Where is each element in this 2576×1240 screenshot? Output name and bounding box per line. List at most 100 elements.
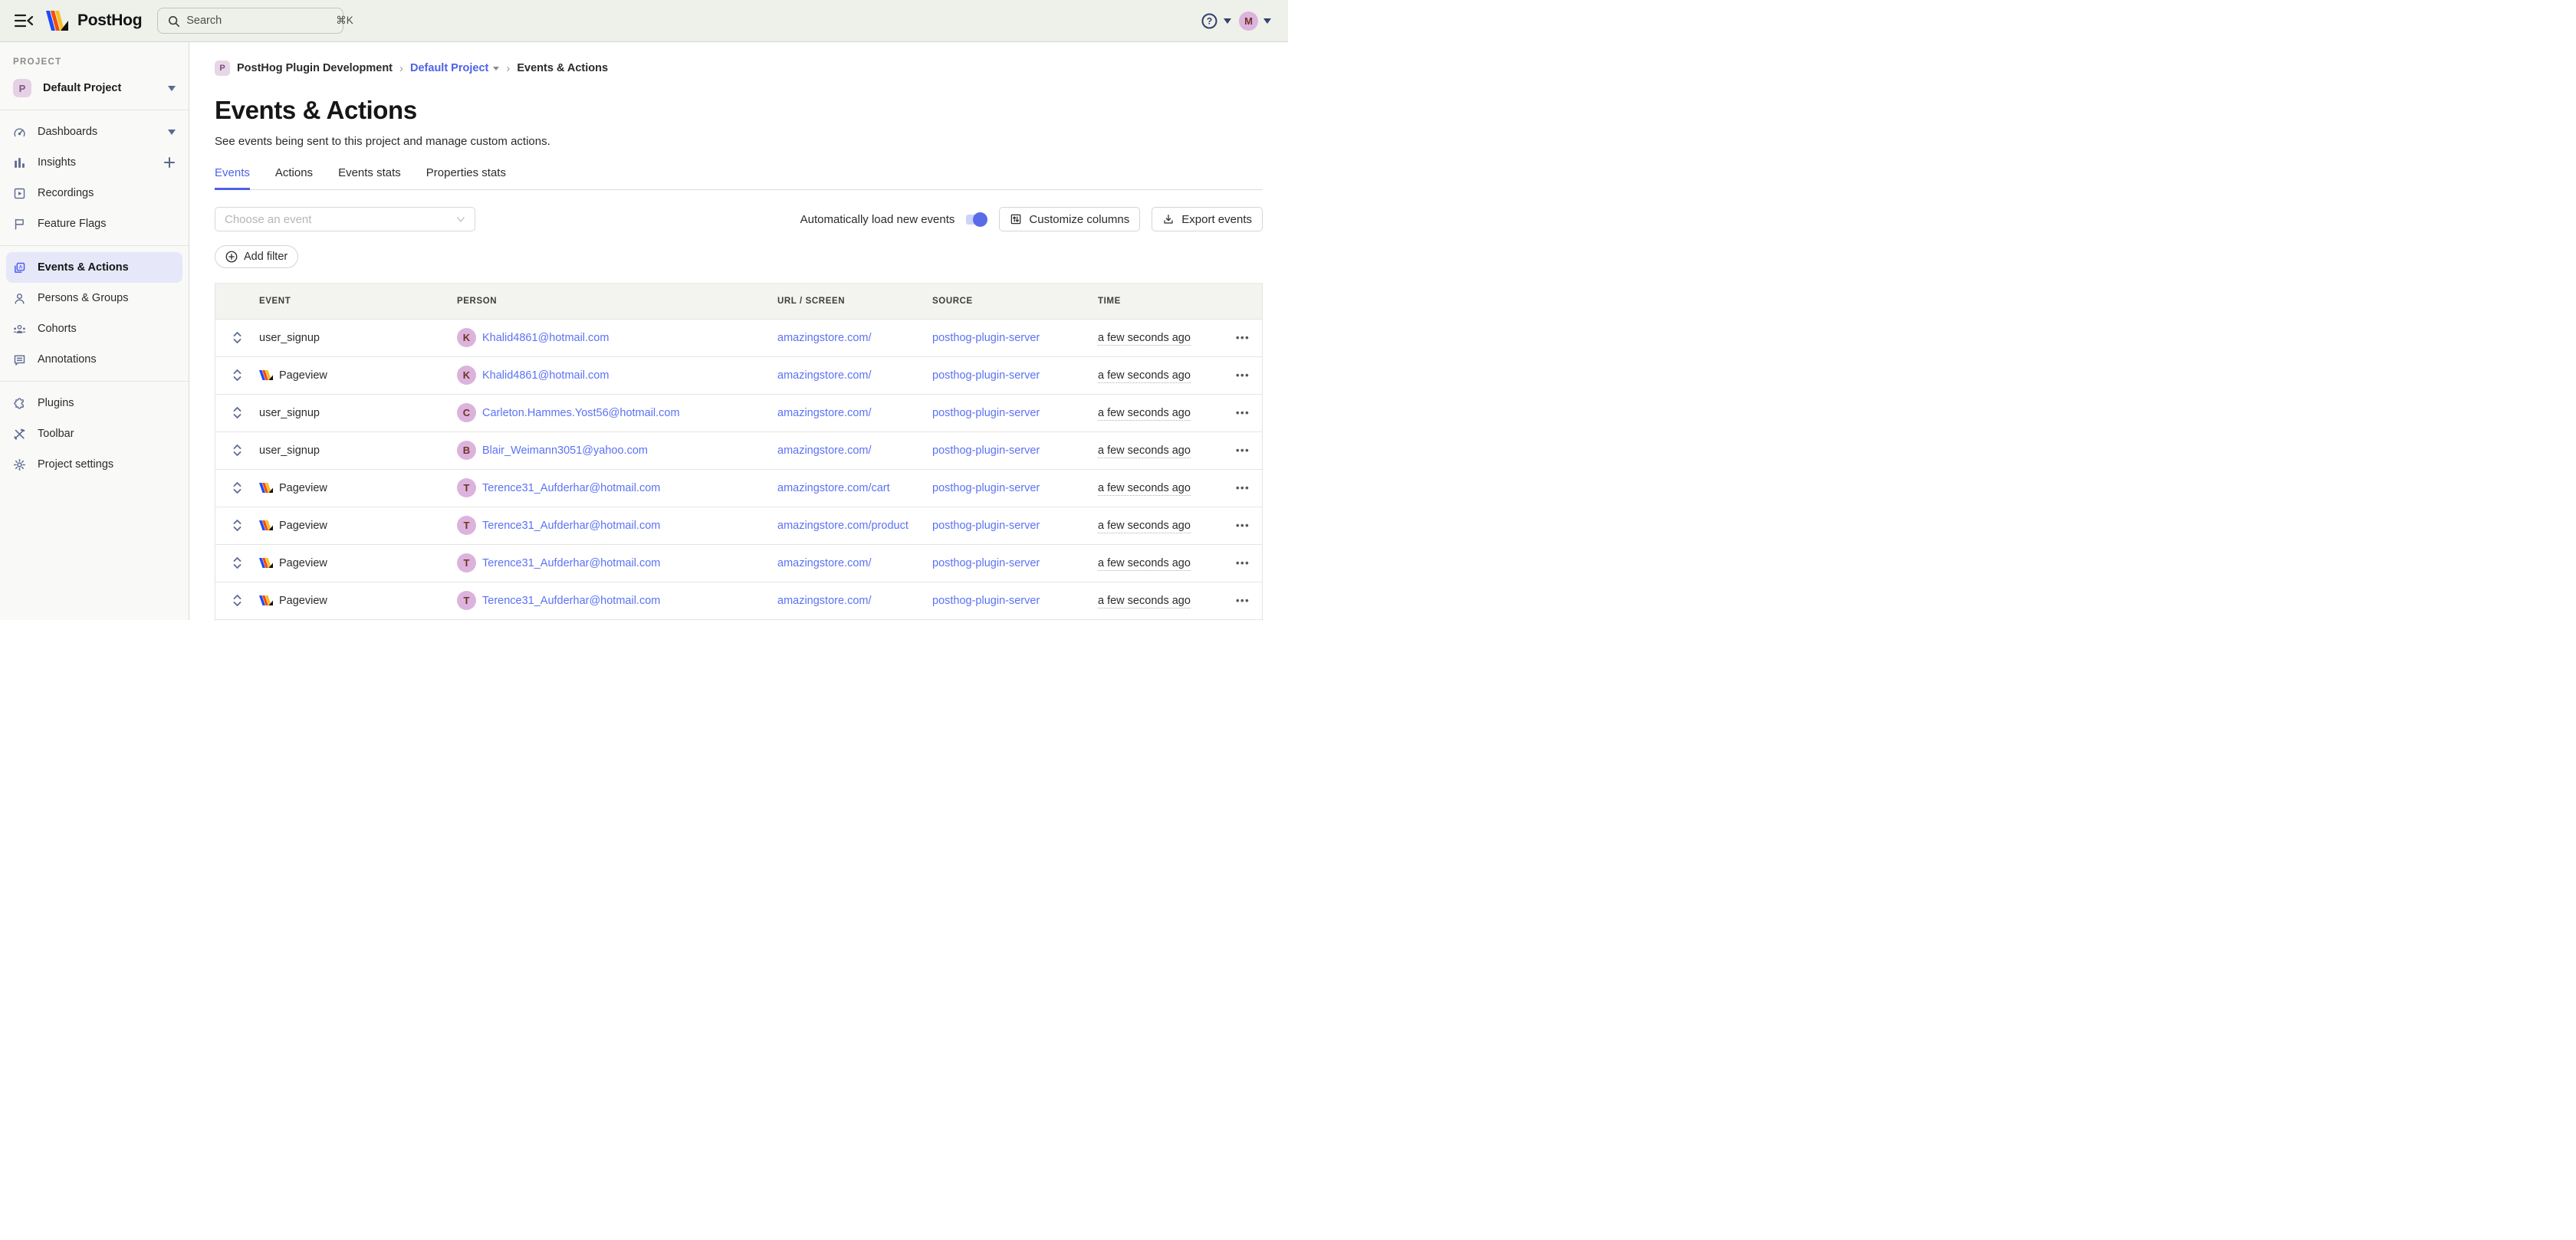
- tab-properties-stats[interactable]: Properties stats: [426, 166, 506, 189]
- chevron-down-icon[interactable]: [168, 130, 176, 135]
- autoload-label: Automatically load new events: [800, 213, 955, 226]
- breadcrumb-page: Events & Actions: [517, 62, 608, 74]
- autoload-toggle[interactable]: [966, 212, 987, 227]
- sidebar-item-insights[interactable]: Insights: [0, 147, 189, 178]
- puzzle-icon: [13, 397, 26, 410]
- help-menu-button[interactable]: ?: [1201, 12, 1231, 30]
- column-header-person: Person: [457, 284, 777, 319]
- export-events-button[interactable]: Export events: [1152, 207, 1263, 231]
- row-more-button[interactable]: •••: [1236, 557, 1250, 569]
- event-name: Pageview: [279, 595, 327, 607]
- search-icon: [167, 15, 180, 28]
- row-more-button[interactable]: •••: [1236, 444, 1250, 456]
- sidebar-item-plugins[interactable]: Plugins: [0, 388, 189, 418]
- event-name: Pageview: [279, 520, 327, 532]
- posthog-logo[interactable]: PostHog: [46, 11, 142, 31]
- customize-columns-button[interactable]: Customize columns: [999, 207, 1140, 231]
- new-insight-plus-icon[interactable]: [163, 156, 176, 169]
- table-row-partial: [215, 619, 1262, 622]
- source-link[interactable]: posthog-plugin-server: [932, 407, 1040, 419]
- sidebar-item-persons-groups[interactable]: Persons & Groups: [0, 283, 189, 313]
- sidebar-item-project-settings[interactable]: Project settings: [0, 449, 189, 480]
- table-row: Pageview T Terence31_Aufderhar@hotmail.c…: [215, 582, 1263, 619]
- sidebar-item-annotations[interactable]: Annotations: [0, 344, 189, 375]
- user-menu-button[interactable]: M: [1239, 11, 1271, 31]
- expand-row-icon[interactable]: [231, 482, 243, 494]
- person-link[interactable]: Terence31_Aufderhar@hotmail.com: [482, 482, 660, 494]
- row-more-button[interactable]: •••: [1236, 520, 1250, 531]
- row-more-button[interactable]: •••: [1236, 595, 1250, 606]
- sidebar-item-cohorts[interactable]: Cohorts: [0, 313, 189, 344]
- expand-row-icon[interactable]: [231, 369, 243, 381]
- row-more-button[interactable]: •••: [1236, 369, 1250, 381]
- person-link[interactable]: Terence31_Aufderhar@hotmail.com: [482, 557, 660, 569]
- expand-row-icon[interactable]: [231, 557, 243, 569]
- events-table: Event Person URL / Screen Source Time: [215, 283, 1263, 621]
- source-link[interactable]: posthog-plugin-server: [932, 520, 1040, 532]
- chevron-down-icon: [168, 86, 176, 91]
- page-description: See events being sent to this project an…: [215, 135, 1263, 148]
- source-link[interactable]: posthog-plugin-server: [932, 482, 1040, 494]
- expand-row-icon[interactable]: [231, 444, 243, 456]
- event-name: Pageview: [279, 369, 327, 382]
- expand-row-icon[interactable]: [231, 332, 243, 343]
- event-name: Pageview: [279, 482, 327, 494]
- row-more-button[interactable]: •••: [1236, 407, 1250, 418]
- url-link[interactable]: amazingstore.com/product: [777, 520, 909, 532]
- sidebar-collapse-icon[interactable]: [12, 11, 35, 31]
- url-link[interactable]: amazingstore.com/: [777, 369, 872, 382]
- source-link[interactable]: posthog-plugin-server: [932, 332, 1040, 344]
- person-link[interactable]: Terence31_Aufderhar@hotmail.com: [482, 595, 660, 607]
- tab-events[interactable]: Events: [215, 166, 250, 189]
- url-link[interactable]: amazingstore.com/: [777, 444, 872, 457]
- tab-actions[interactable]: Actions: [275, 166, 313, 189]
- sidebar-item-label: Toolbar: [38, 428, 74, 440]
- event-select[interactable]: Choose an event: [215, 207, 475, 231]
- project-switcher[interactable]: P Default Project: [0, 73, 189, 103]
- sidebar-item-recordings[interactable]: Recordings: [0, 178, 189, 208]
- breadcrumb-org[interactable]: PostHog Plugin Development: [237, 62, 393, 74]
- sidebar-item-dashboards[interactable]: Dashboards: [0, 116, 189, 147]
- event-select-placeholder: Choose an event: [225, 213, 311, 226]
- url-link[interactable]: amazingstore.com/: [777, 557, 872, 569]
- gear-icon: [13, 458, 26, 471]
- source-link[interactable]: posthog-plugin-server: [932, 595, 1040, 607]
- table-row: Pageview T Terence31_Aufderhar@hotmail.c…: [215, 507, 1263, 544]
- expand-row-icon[interactable]: [231, 407, 243, 418]
- row-more-button[interactable]: •••: [1236, 332, 1250, 343]
- sidebar-item-feature-flags[interactable]: Feature Flags: [0, 208, 189, 239]
- source-link[interactable]: posthog-plugin-server: [932, 444, 1040, 457]
- expand-row-icon[interactable]: [231, 595, 243, 606]
- sidebar-item-label: Plugins: [38, 397, 74, 409]
- breadcrumb-project[interactable]: Default Project: [410, 62, 499, 74]
- pageview-logomark-icon: [259, 483, 273, 493]
- expand-row-icon[interactable]: [231, 520, 243, 531]
- url-link[interactable]: amazingstore.com/: [777, 407, 872, 419]
- search-input[interactable]: [186, 15, 330, 27]
- tab-events-stats[interactable]: Events stats: [338, 166, 401, 189]
- gauge-icon: [13, 126, 26, 139]
- chevron-down-icon: [1224, 18, 1231, 24]
- source-link[interactable]: posthog-plugin-server: [932, 557, 1040, 569]
- column-header-source: Source: [932, 284, 1098, 319]
- url-link[interactable]: amazingstore.com/: [777, 595, 872, 607]
- person-link[interactable]: Khalid4861@hotmail.com: [482, 369, 609, 382]
- sidebar-item-events-actions[interactable]: A Events & Actions: [6, 252, 182, 283]
- search-box[interactable]: ⌘K: [157, 8, 343, 34]
- add-filter-label: Add filter: [244, 251, 288, 263]
- person-link[interactable]: Khalid4861@hotmail.com: [482, 332, 609, 344]
- chevron-down-icon: [456, 216, 465, 223]
- event-time: a few seconds ago: [1098, 557, 1191, 571]
- pageview-logomark-icon: [259, 370, 273, 380]
- row-more-button[interactable]: •••: [1236, 482, 1250, 494]
- chevron-right-icon: ›: [506, 62, 510, 75]
- sidebar-item-toolbar[interactable]: Toolbar: [0, 418, 189, 449]
- page-title: Events & Actions: [215, 96, 1263, 125]
- url-link[interactable]: amazingstore.com/: [777, 332, 872, 344]
- person-link[interactable]: Terence31_Aufderhar@hotmail.com: [482, 520, 660, 532]
- url-link[interactable]: amazingstore.com/cart: [777, 482, 890, 494]
- person-link[interactable]: Blair_Weimann3051@yahoo.com: [482, 444, 648, 457]
- add-filter-button[interactable]: Add filter: [215, 245, 298, 268]
- source-link[interactable]: posthog-plugin-server: [932, 369, 1040, 382]
- person-link[interactable]: Carleton.Hammes.Yost56@hotmail.com: [482, 407, 680, 419]
